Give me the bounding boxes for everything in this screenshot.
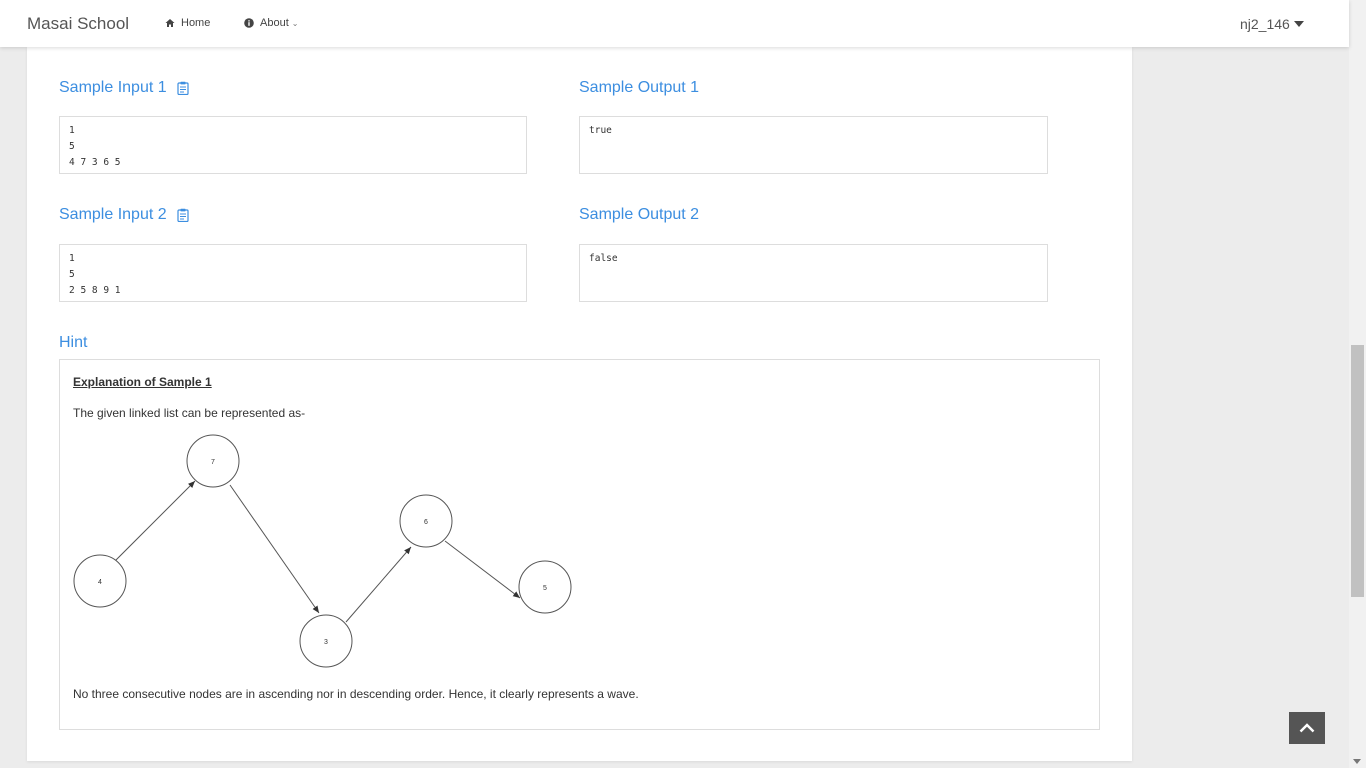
svg-text:5: 5 [543, 585, 547, 592]
user-menu[interactable]: nj2_146 [1240, 16, 1304, 32]
clipboard-icon[interactable] [177, 81, 189, 95]
svg-text:7: 7 [211, 459, 215, 466]
sample-output-2-box: false [579, 244, 1048, 302]
nav-about-label: About [260, 17, 289, 29]
caret-down-icon [1293, 21, 1304, 27]
nav-home-link[interactable]: Home [165, 17, 210, 29]
back-to-top-button[interactable] [1289, 712, 1325, 744]
scroll-down-arrow-icon[interactable] [1353, 759, 1361, 764]
info-icon [244, 18, 254, 28]
svg-text:6: 6 [424, 519, 428, 526]
sample-output-1-label: Sample Output 1 [579, 79, 700, 96]
sample-input-1-title: Sample Input 1 [59, 79, 189, 97]
node-3: 3 [299, 614, 353, 668]
hint-title: Hint [59, 334, 87, 352]
home-icon [165, 19, 175, 27]
brand-logo-text[interactable]: Masai School [27, 14, 129, 34]
clipboard-icon[interactable] [177, 208, 189, 222]
sample-output-1-title: Sample Output 1 [579, 79, 699, 97]
node-5: 5 [518, 560, 572, 614]
sample-output-1-box: true [579, 116, 1048, 174]
sample-output-2-label: Sample Output 2 [579, 206, 700, 223]
user-name: nj2_146 [1240, 16, 1290, 32]
nav-about-dropdown[interactable]: About ⌄ [244, 17, 298, 29]
sample-input-1-box: 1 5 4 7 3 6 5 [59, 116, 527, 174]
navbar: Masai School Home About ⌄ nj2_146 [0, 0, 1349, 47]
edge-7-3 [229, 484, 320, 614]
scrollbar-thumb[interactable] [1351, 345, 1364, 597]
conclusion-text: No three consecutive nodes are in ascend… [73, 687, 639, 701]
edge-3-6 [345, 546, 412, 623]
edge-4-7 [113, 480, 196, 563]
wave-linked-list-diagram: 4 7 3 6 5 [73, 434, 572, 668]
page-scrollbar[interactable] [1349, 0, 1366, 768]
problem-card: Sample Input 1 1 5 4 7 3 6 5 Sample Outp… [27, 47, 1132, 761]
hint-label: Hint [59, 334, 88, 351]
hint-box: Explanation of Sample 1 The given linked… [59, 359, 1100, 730]
sample-input-1-label: Sample Input 1 [59, 79, 167, 96]
chevron-down-icon: ⌄ [291, 18, 299, 28]
node-7: 7 [186, 434, 240, 488]
sample-input-2-title: Sample Input 2 [59, 206, 189, 224]
node-4: 4 [73, 554, 127, 608]
svg-text:4: 4 [98, 579, 102, 586]
sample-input-2-label: Sample Input 2 [59, 206, 167, 223]
chevron-up-icon [1299, 723, 1315, 733]
nav-home-label: Home [181, 17, 211, 29]
sample-output-2-title: Sample Output 2 [579, 206, 699, 224]
sample-input-2-box: 1 5 2 5 8 9 1 [59, 244, 527, 302]
node-6: 6 [399, 494, 453, 548]
svg-text:3: 3 [324, 639, 328, 646]
edge-6-5 [444, 540, 521, 599]
